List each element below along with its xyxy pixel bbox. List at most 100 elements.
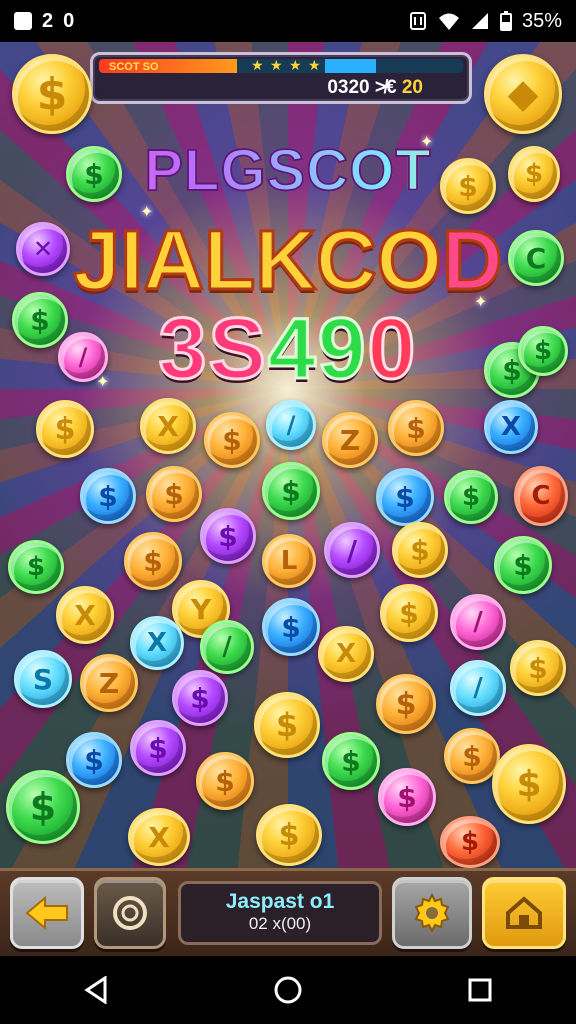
title-line-2-main: JIALKCO [72, 212, 444, 309]
title-line-2: JIALKCOD [0, 212, 576, 309]
coin-green[interactable]: $ [12, 292, 68, 348]
coin-orange[interactable]: $ [444, 728, 500, 784]
jackpot-label: Jaspast o1 [225, 890, 335, 913]
coin-gold[interactable]: $ [254, 692, 320, 758]
wifi-icon [438, 13, 459, 30]
coin-green[interactable]: C [508, 230, 564, 286]
title-digit-2: S [207, 300, 268, 399]
coin-blue[interactable]: X [484, 400, 538, 454]
coin-blue[interactable]: $ [376, 468, 434, 526]
sparkle-icon: ✦ [474, 292, 488, 311]
nav-recents-button[interactable] [460, 970, 500, 1010]
sparkle-icon: ✦ [420, 132, 434, 151]
jackpot-panel: Jaspast o1 02 x(00) [178, 881, 382, 945]
coin-green[interactable]: $ [322, 732, 380, 790]
coin-green[interactable]: $ [6, 770, 80, 844]
coin-purple[interactable]: $ [172, 670, 228, 726]
title-digit-5: 0 [366, 300, 418, 399]
spin-button[interactable] [94, 877, 166, 949]
coin-orange[interactable]: $ [376, 674, 436, 734]
sparkle-icon: ✦ [140, 202, 154, 221]
settings-button[interactable] [392, 877, 472, 949]
coin-gold[interactable]: $ [36, 400, 94, 458]
title-digit-1: 3 [157, 300, 209, 399]
nav-home-button[interactable] [268, 970, 308, 1010]
nav-back-button[interactable] [76, 970, 116, 1010]
coin-purple[interactable]: $ [130, 720, 186, 776]
arrow-left-icon [25, 895, 68, 931]
coin-gold[interactable]: X [318, 626, 374, 682]
coin-blue[interactable]: $ [66, 732, 122, 788]
game-area[interactable]: SCOT SO ★ ★ ★ ★ 0320 ≯€ 20 PLGSCOT JIALK… [0, 42, 576, 868]
status-right: 35% [408, 10, 562, 33]
coin-gold[interactable]: $ [510, 640, 566, 696]
coin-cyan[interactable]: X [130, 616, 184, 670]
star-rating: ★ ★ ★ ★ [251, 59, 322, 73]
score-symbol: ≯€ [374, 77, 397, 98]
nfc-icon [409, 12, 426, 30]
battery-text: 35% [521, 9, 562, 32]
coin-orange[interactable]: $ [124, 532, 182, 590]
coin-gold[interactable]: $ [256, 804, 322, 866]
score-suffix: 20 [396, 77, 423, 98]
coin-gold[interactable]: X [128, 808, 190, 866]
circle-home-icon [274, 976, 302, 1004]
coin-blue[interactable]: $ [262, 598, 320, 656]
triangle-back-icon [84, 976, 107, 1004]
coin-green[interactable]: $ [518, 326, 568, 376]
coin-green[interactable]: $ [444, 470, 498, 524]
title-digit-4: 9 [316, 300, 368, 399]
home-icon [506, 896, 542, 929]
coin-green[interactable]: $ [66, 146, 122, 202]
coin-orange[interactable]: Z [80, 654, 138, 712]
coin-gold[interactable]: $ [492, 744, 566, 824]
coin-gold[interactable]: ◆ [484, 54, 562, 134]
gallery-icon [14, 12, 32, 30]
coin-gold[interactable]: $ [380, 584, 438, 642]
coin-green[interactable]: $ [8, 540, 64, 594]
coin-purple[interactable]: $ [200, 508, 256, 564]
coin-blue[interactable]: $ [80, 468, 136, 524]
coin-red[interactable]: $ [440, 816, 500, 868]
square-recents-icon [468, 978, 492, 1002]
coin-gold[interactable]: X [56, 586, 114, 644]
coin-orange[interactable]: $ [204, 412, 260, 468]
coin-green[interactable]: $ [262, 462, 320, 520]
system-nav-bar [0, 956, 576, 1024]
status-glyph-1: 2 [42, 9, 54, 32]
coin-gold[interactable]: $ [12, 54, 92, 134]
score-prefix: 0320 [327, 77, 375, 98]
coin-gold[interactable]: $ [440, 158, 496, 214]
battery-icon [499, 11, 512, 31]
coin-gold[interactable]: $ [508, 146, 560, 202]
coin-orange[interactable]: $ [196, 752, 254, 810]
coin-cyan[interactable]: / [266, 400, 316, 450]
coin-pink[interactable]: $ [378, 768, 436, 826]
back-button[interactable] [10, 877, 84, 949]
score-hud: SCOT SO ★ ★ ★ ★ 0320 ≯€ 20 [90, 52, 472, 104]
coin-cyan[interactable]: S [14, 650, 72, 708]
coin-red[interactable]: C [514, 466, 568, 526]
home-button[interactable] [482, 877, 566, 949]
coin-pink[interactable]: / [450, 594, 506, 650]
signal-icon [471, 13, 488, 29]
coin-green[interactable]: $ [494, 536, 552, 594]
coin-orange[interactable]: $ [388, 400, 444, 456]
coin-gold[interactable]: $ [392, 522, 448, 578]
sparkle-icon: ✦ [96, 372, 110, 391]
coin-orange[interactable]: Z [322, 412, 378, 468]
coin-gold[interactable]: X [140, 398, 196, 454]
coin-green[interactable]: / [200, 620, 254, 674]
score-readout: 0320 ≯€ 20 [327, 77, 423, 99]
gear-icon [414, 892, 450, 934]
coin-purple[interactable]: ✕ [16, 222, 70, 276]
coin-cyan[interactable]: / [450, 660, 506, 716]
status-bar: 2 0 35% [0, 0, 576, 42]
coin-orange[interactable]: $ [146, 466, 202, 522]
progress-fill-blue [324, 59, 376, 73]
control-bar: Jaspast o1 02 x(00) [0, 868, 576, 959]
hud-label: SCOT SO [109, 61, 159, 73]
title-digit-3: 4 [266, 300, 318, 399]
coin-purple[interactable]: / [324, 522, 380, 578]
coin-orange[interactable]: L [262, 534, 316, 588]
